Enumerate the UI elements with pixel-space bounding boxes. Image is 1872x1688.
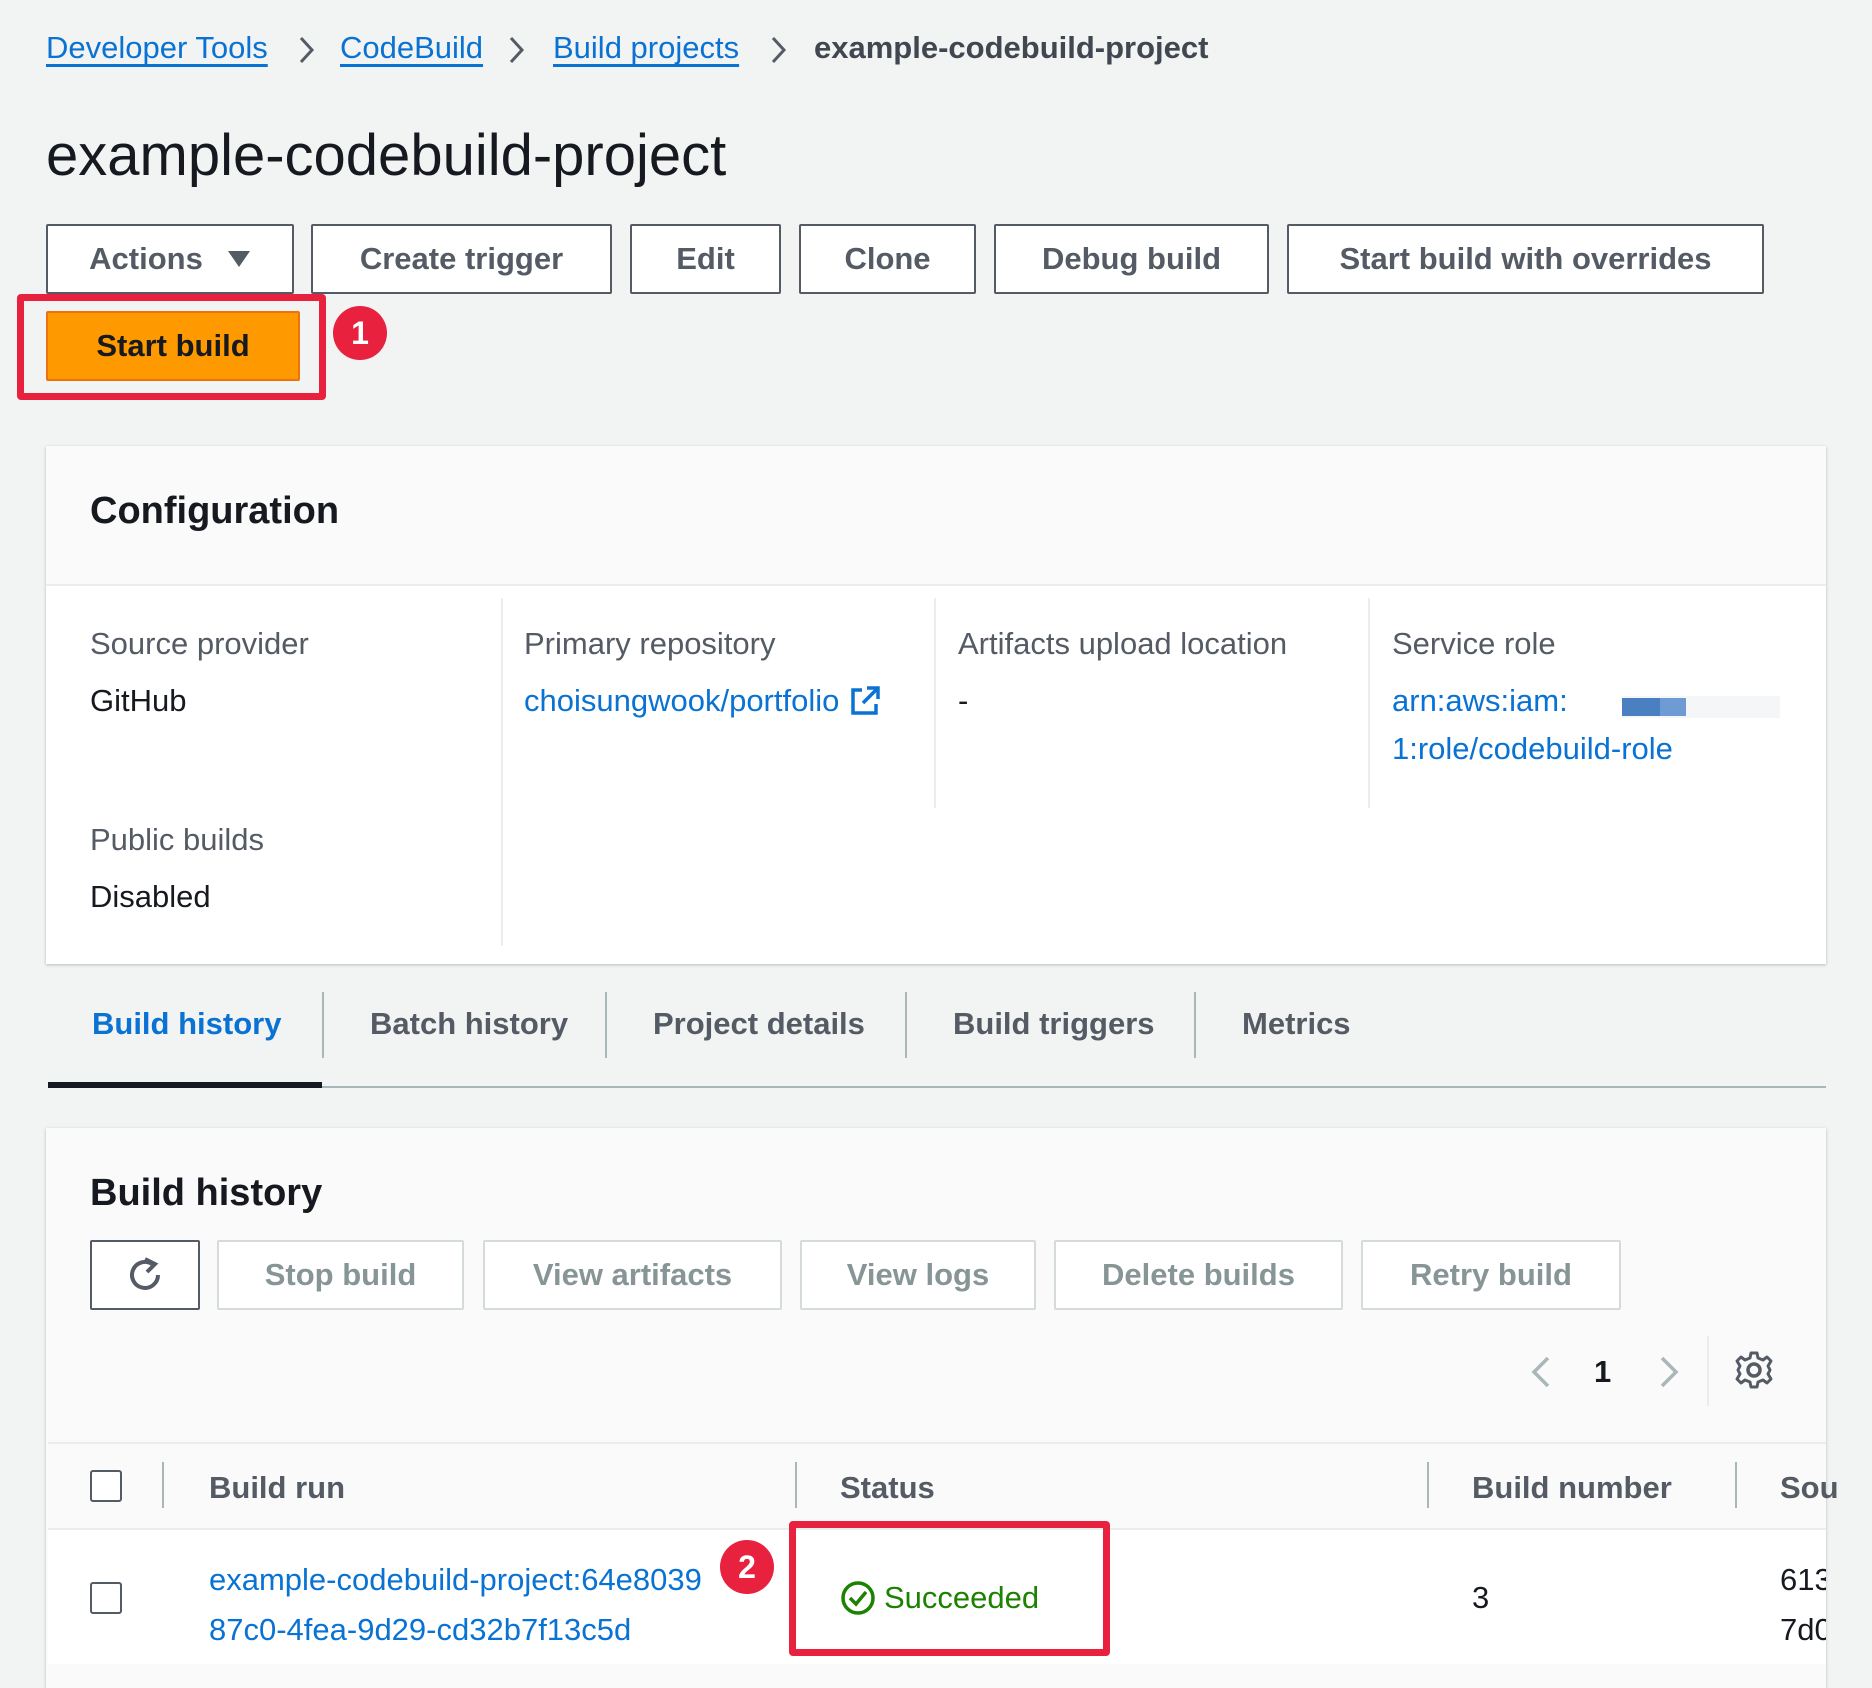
source-version-line1: 613	[1780, 1562, 1826, 1597]
success-check-icon	[840, 1580, 876, 1616]
tab-batch-history[interactable]: Batch history	[370, 1006, 568, 1042]
breadcrumb-build-projects[interactable]: Build projects	[553, 30, 739, 66]
breadcrumb-current: example-codebuild-project	[814, 30, 1209, 65]
tab-project-details[interactable]: Project details	[653, 1006, 865, 1042]
column-header-status[interactable]: Status	[840, 1470, 935, 1506]
status-badge: Succeeded	[840, 1580, 1039, 1616]
redaction-mask	[1660, 698, 1686, 716]
actions-label: Actions	[89, 241, 203, 276]
caret-down-icon	[227, 250, 251, 268]
column-header-source[interactable]: Sou	[1780, 1470, 1839, 1506]
primary-repository-link[interactable]: choisungwook/portfolio	[524, 683, 881, 719]
row-checkbox[interactable]	[90, 1582, 122, 1614]
chevron-left-icon[interactable]	[1528, 1354, 1556, 1395]
source-version-line2: 7d0	[1780, 1612, 1826, 1647]
page-number[interactable]: 1	[1594, 1354, 1611, 1390]
tab-divider	[905, 992, 907, 1058]
tab-build-triggers[interactable]: Build triggers	[953, 1006, 1155, 1042]
clone-button[interactable]: Clone	[799, 224, 976, 294]
column-divider	[162, 1462, 164, 1508]
redaction-mask	[1750, 696, 1780, 718]
artifacts-upload-label: Artifacts upload location	[958, 626, 1288, 661]
chevron-right-icon	[296, 30, 318, 78]
redaction-mask	[1622, 698, 1660, 716]
column-divider	[934, 598, 936, 808]
public-builds-label: Public builds	[90, 822, 265, 857]
column-header-build-run[interactable]: Build run	[209, 1470, 345, 1506]
active-tab-indicator	[48, 1082, 322, 1088]
column-divider	[1735, 1462, 1737, 1508]
tab-divider	[605, 992, 607, 1058]
build-number-value: 3	[1472, 1580, 1490, 1615]
view-artifacts-button[interactable]: View artifacts	[483, 1240, 782, 1310]
debug-build-button[interactable]: Debug build	[994, 224, 1269, 294]
view-logs-button[interactable]: View logs	[800, 1240, 1036, 1310]
gear-icon[interactable]	[1734, 1350, 1774, 1395]
primary-repository-value: choisungwook/portfolio	[524, 683, 840, 718]
tab-divider	[322, 992, 324, 1058]
source-version-value: 613 7d0	[1780, 1555, 1826, 1655]
source-provider-label: Source provider	[90, 626, 309, 661]
start-build-button[interactable]: Start build	[46, 311, 300, 381]
source-provider-value: GitHub	[90, 683, 187, 718]
retry-build-button[interactable]: Retry build	[1361, 1240, 1621, 1310]
pagination-divider	[1707, 1336, 1709, 1406]
edit-button[interactable]: Edit	[630, 224, 781, 294]
status-text: Succeeded	[884, 1580, 1040, 1615]
column-divider	[1368, 598, 1370, 808]
breadcrumb-codebuild[interactable]: CodeBuild	[340, 30, 483, 66]
primary-repository-label: Primary repository	[524, 626, 776, 661]
actions-dropdown-button[interactable]: Actions	[46, 224, 294, 294]
column-divider	[501, 598, 503, 946]
artifacts-upload-value: -	[958, 683, 969, 718]
step-marker-1: 1	[333, 306, 387, 360]
column-divider	[795, 1462, 797, 1508]
build-history-title: Build history	[90, 1172, 323, 1214]
page-title: example-codebuild-project	[46, 123, 727, 188]
refresh-icon	[125, 1255, 165, 1295]
column-divider	[1427, 1462, 1429, 1508]
start-build-with-overrides-button[interactable]: Start build with overrides	[1287, 224, 1764, 294]
chevron-right-icon	[506, 30, 528, 78]
service-role-link-line2[interactable]: 1:role/codebuild-role	[1392, 731, 1673, 767]
configuration-title: Configuration	[90, 490, 340, 532]
breadcrumb-developer-tools[interactable]: Developer Tools	[46, 30, 268, 66]
tab-metrics[interactable]: Metrics	[1242, 1006, 1351, 1042]
create-trigger-button[interactable]: Create trigger	[311, 224, 612, 294]
build-run-id-line1: example-codebuild-project:64e8039	[209, 1562, 702, 1597]
stop-build-button[interactable]: Stop build	[217, 1240, 464, 1310]
service-role-label: Service role	[1392, 626, 1556, 661]
chevron-right-icon[interactable]	[1654, 1354, 1682, 1395]
step-marker-2: 2	[720, 1540, 774, 1594]
tab-divider	[1194, 992, 1196, 1058]
select-all-checkbox[interactable]	[90, 1470, 122, 1502]
column-header-build-number[interactable]: Build number	[1472, 1470, 1672, 1506]
refresh-button[interactable]	[90, 1240, 200, 1310]
external-link-icon	[849, 685, 881, 717]
configuration-panel: Configuration Source provider GitHub Pri…	[46, 446, 1826, 964]
tab-build-history[interactable]: Build history	[92, 1006, 281, 1042]
build-run-id-line2: 87c0-4fea-9d29-cd32b7f13c5d	[209, 1612, 632, 1647]
configuration-header: Configuration	[46, 446, 1826, 586]
chevron-right-icon	[768, 30, 790, 78]
build-run-link[interactable]: example-codebuild-project:64e8039 87c0-4…	[209, 1555, 702, 1655]
delete-builds-button[interactable]: Delete builds	[1054, 1240, 1343, 1310]
public-builds-value: Disabled	[90, 879, 211, 914]
service-role-link-line1[interactable]: arn:aws:iam:	[1392, 683, 1568, 719]
